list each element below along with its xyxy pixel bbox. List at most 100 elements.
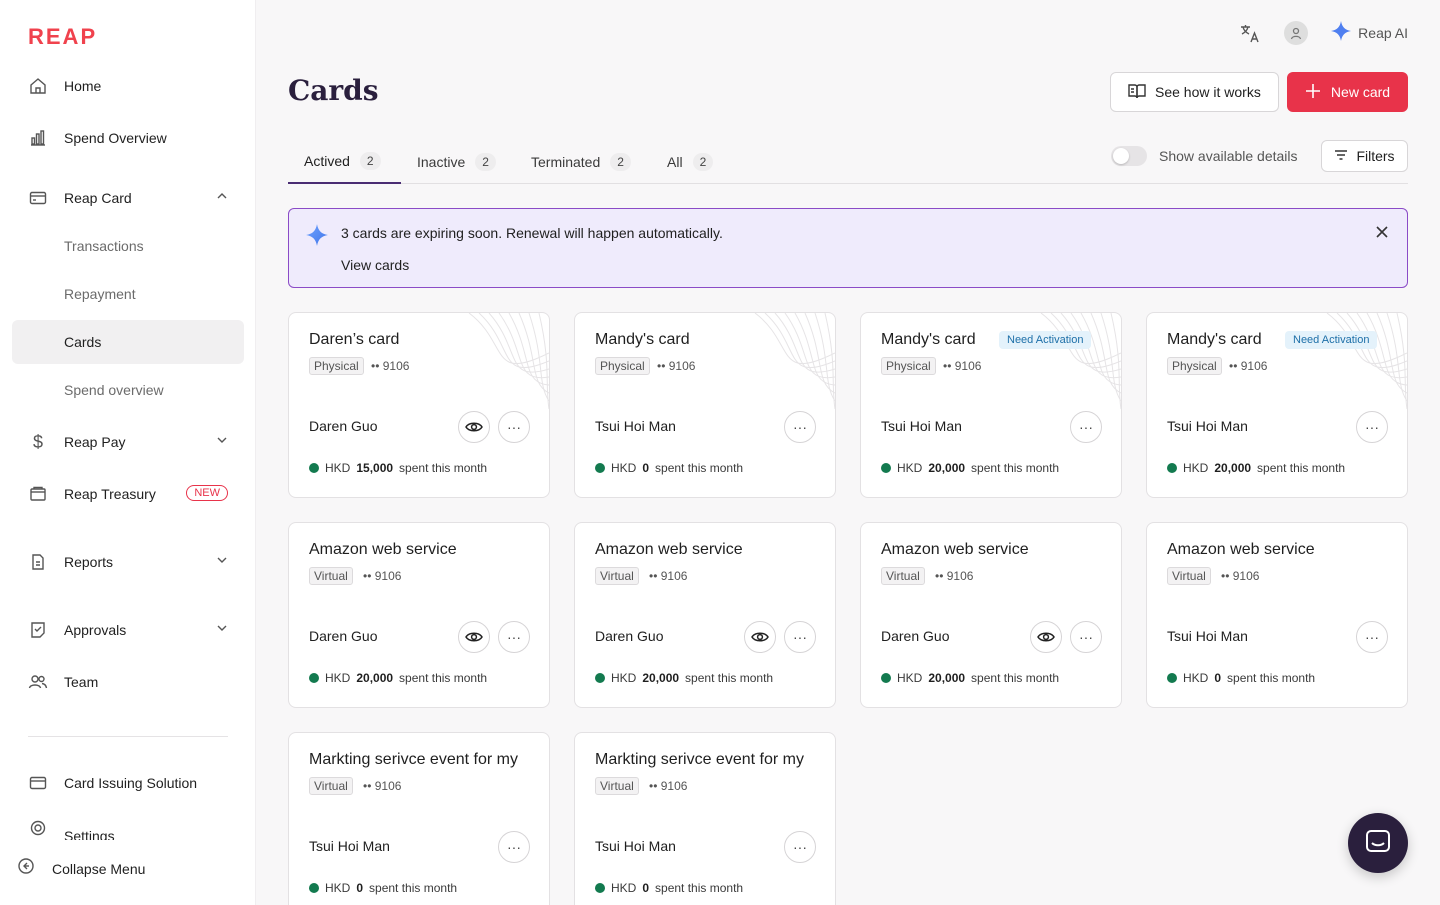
sidebar-item-spend-overview-sub[interactable]: Spend overview [12,368,244,412]
chevron-down-icon[interactable] [216,434,228,449]
more-options-icon[interactable]: ··· [1070,411,1102,443]
card-tile[interactable]: Markting serivce event for my Virtual •• 9… [574,732,836,905]
card-name: Markting serivce event for my [595,751,804,768]
tab-all[interactable]: All 2 [651,140,729,184]
card-type-tag: Physical [595,357,650,375]
sidebar-item-spend-overview[interactable]: Spend Overview [12,116,244,160]
spent-amount: 0 [642,461,650,475]
card-owner: Daren Guo [881,628,950,644]
sidebar-item-label: Team [64,674,99,690]
sidebar-item-label: Settings [64,828,115,840]
more-options-icon[interactable]: ··· [498,411,530,443]
spent-amount: 20,000 [1214,461,1252,475]
see-how-it-works-button[interactable]: See how it works [1110,72,1279,112]
sidebar-item-reap-treasury[interactable]: Reap Treasury NEW [12,472,244,516]
chevron-down-icon[interactable] [216,554,228,569]
tab-terminated[interactable]: Terminated 2 [515,140,647,184]
sidebar-item-settings[interactable]: Settings [12,816,244,840]
filters-label: Filters [1356,148,1395,164]
card-tile[interactable]: Mandy's card Need Activation Physical •• 91… [1146,312,1408,498]
sidebar-item-reap-pay[interactable]: $ Reap Pay [12,420,244,464]
eye-icon[interactable] [744,621,776,653]
card-name: Mandy's card [595,331,690,348]
user-avatar[interactable] [1284,20,1309,45]
card-tile[interactable]: Amazon web service Virtual •• 9106 Daren Gu… [288,522,550,708]
collapse-menu-button[interactable]: Collapse Menu [18,858,145,879]
spent-amount: 0 [642,881,650,895]
card-type-tag: Physical [309,357,364,375]
chevron-down-icon[interactable] [216,622,228,637]
card-tile[interactable]: Amazon web service Virtual •• 9106 Daren Gu… [860,522,1122,708]
sidebar-item-home[interactable]: Home [12,64,244,108]
spent-suffix: spent this month [655,461,744,475]
view-cards-link[interactable]: View cards [341,257,409,273]
spend-summary: HKD 0 spent this month [595,461,743,475]
sidebar-item-cards[interactable]: Cards [12,320,244,364]
card-tile[interactable]: Markting serivce event for my Virtual •• 9… [288,732,550,905]
more-options-icon[interactable]: ··· [498,621,530,653]
spend-summary: HKD 20,000 spent this month [595,671,773,685]
more-options-icon[interactable]: ··· [1356,411,1388,443]
reap-logo[interactable]: REAP [28,24,97,50]
sidebar-item-card-issuing[interactable]: Card Issuing Solution [12,761,244,805]
card-type-tag: Virtual [1167,567,1211,585]
sidebar-item-approvals[interactable]: Approvals [12,608,244,652]
card-last-digits: •• 9106 [649,569,688,583]
topbar: Reap AI [1238,20,1408,45]
filters-button[interactable]: Filters [1321,140,1408,172]
card-icon [28,188,48,208]
sidebar-item-team[interactable]: Team [12,660,244,704]
spent-suffix: spent this month [971,461,1060,475]
reap-ai-button[interactable]: Reap AI [1330,20,1408,45]
spend-summary: HKD 20,000 spent this month [1167,461,1345,475]
card-tile[interactable]: Mandy's card Need Activation Physical •• 91… [860,312,1122,498]
card-last-digits: •• 9106 [363,779,402,793]
card-owner: Tsui Hoi Man [1167,418,1248,434]
sidebar-item-transactions[interactable]: Transactions [12,224,244,268]
close-icon[interactable] [1375,223,1389,244]
new-card-button[interactable]: New card [1287,72,1408,112]
card-type-tag: Virtual [309,567,353,585]
sidebar-item-reap-card[interactable]: Reap Card [12,176,244,220]
chat-support-button[interactable] [1348,813,1408,873]
sidebar-footer: Collapse Menu [0,842,255,905]
card-pattern-decoration [449,313,549,417]
tab-actived[interactable]: Actived 2 [288,140,401,184]
tab-count-badge: 2 [610,153,631,171]
more-options-icon[interactable]: ··· [498,831,530,863]
more-options-icon[interactable]: ··· [784,411,816,443]
show-details-toggle[interactable]: Show available details [1111,146,1298,166]
card-tile[interactable]: Mandy's card Physical •• 9106 Tsui Hoi Man ·… [574,312,836,498]
spend-summary: HKD 15,000 spent this month [309,461,487,475]
translate-icon[interactable] [1238,21,1262,45]
card-tile[interactable]: Amazon web service Virtual •• 9106 Daren Gu… [574,522,836,708]
currency: HKD [611,671,637,685]
need-activation-badge: Need Activation [1285,331,1378,349]
eye-icon[interactable] [458,411,490,443]
sidebar-item-reports[interactable]: Reports [12,540,244,584]
toggle-label: Show available details [1159,148,1298,164]
more-options-icon[interactable]: ··· [784,831,816,863]
card-tile[interactable]: Daren’s card Physical •• 9106 Daren Guo ··· H… [288,312,550,498]
eye-icon[interactable] [1030,621,1062,653]
tab-inactive[interactable]: Inactive 2 [401,140,512,184]
sidebar-item-label: Approvals [64,622,127,638]
card-tile[interactable]: Amazon web service Virtual •• 9106 Tsui Hoi… [1146,522,1408,708]
sidebar-item-label: Spend overview [64,382,164,398]
sidebar-item-repayment[interactable]: Repayment [12,272,244,316]
expiry-banner: 3 cards are expiring soon. Renewal will … [288,208,1408,288]
spent-suffix: spent this month [685,671,774,685]
more-options-icon[interactable]: ··· [1070,621,1102,653]
more-options-icon[interactable]: ··· [784,621,816,653]
tab-label: All [667,154,683,170]
sidebar-item-label: Repayment [64,286,136,302]
sidebar-item-label: Reap Treasury [64,486,156,502]
book-icon [1127,82,1147,103]
chevron-up-icon[interactable] [216,190,228,205]
tab-label: Terminated [531,154,601,170]
banner-message: 3 cards are expiring soon. Renewal will … [341,225,723,241]
more-options-icon[interactable]: ··· [1356,621,1388,653]
sidebar-item-label: Reap Card [64,190,132,206]
toggle-switch[interactable] [1111,146,1147,166]
eye-icon[interactable] [458,621,490,653]
